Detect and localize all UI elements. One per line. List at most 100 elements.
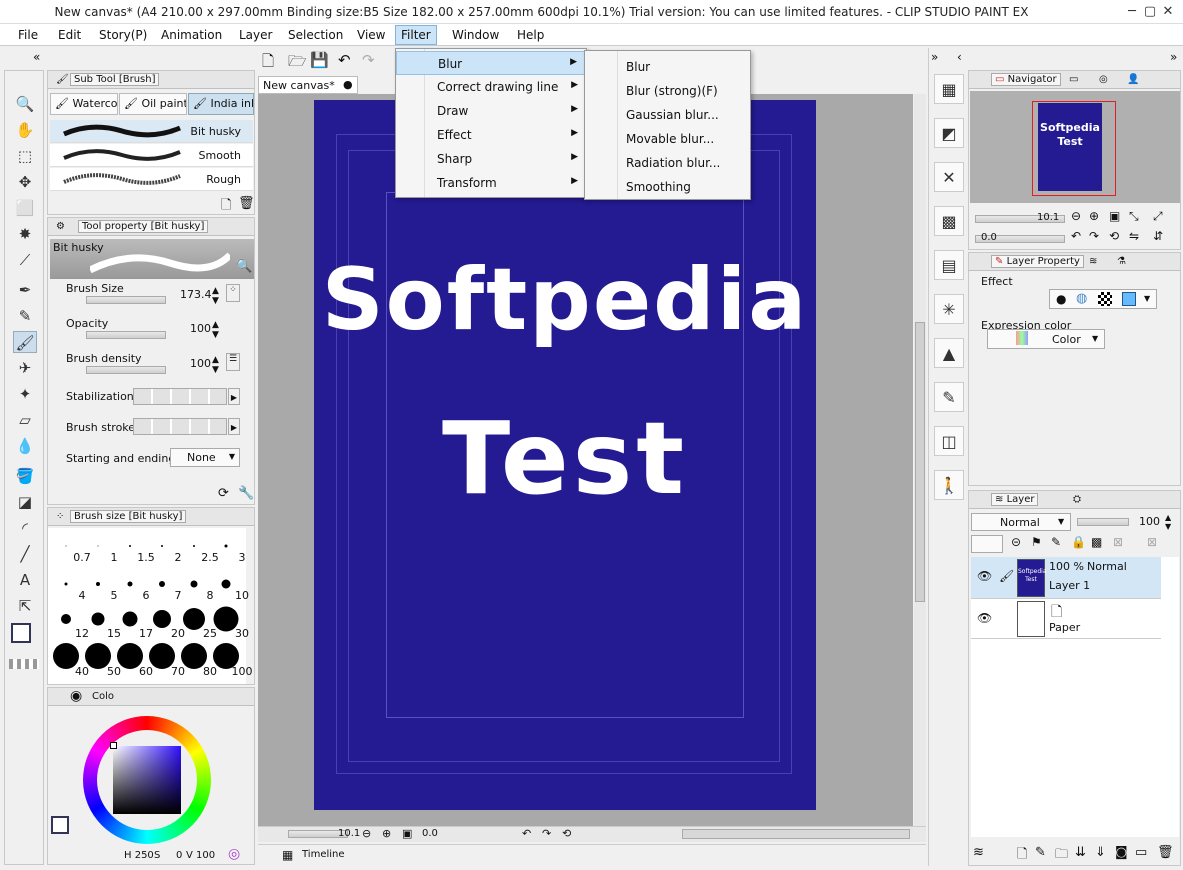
brush-density-value[interactable]: 100	[190, 357, 211, 370]
eye-icon[interactable]: 👁	[977, 611, 992, 625]
pencil-tool-icon[interactable]: ✎	[13, 305, 37, 327]
brush-size-cell[interactable]: 2	[146, 530, 182, 564]
eraser-tool-icon[interactable]: ▱	[13, 409, 37, 431]
navigator-angle-value[interactable]: 0.0	[981, 232, 997, 243]
brush-size-cell[interactable]: 50	[82, 643, 121, 678]
brush-item-bit-husky[interactable]: Bit husky	[50, 120, 253, 143]
new-folder-icon[interactable]: 🗀	[1055, 845, 1068, 867]
tone-effect-icon[interactable]: ◍	[1076, 291, 1087, 306]
brush-size-cell[interactable]: 5	[82, 568, 118, 602]
radiation-blur-item[interactable]: Radiation blur...	[585, 151, 750, 175]
brush-size-cell[interactable]: 100	[210, 643, 253, 678]
material-icon-9[interactable]: ◫	[934, 426, 964, 456]
saturation-value-square[interactable]	[113, 746, 181, 814]
text-tool-icon[interactable]: A	[13, 569, 37, 591]
select-tool-icon[interactable]: ⬜	[13, 197, 37, 219]
tab-india-ink[interactable]: 🖌 India ink	[188, 93, 254, 115]
menu-help[interactable]: Help	[512, 27, 549, 43]
brush-size-cell[interactable]: 0.7	[50, 530, 91, 564]
undo-icon[interactable]: ↶	[338, 51, 351, 69]
brush-size-cell[interactable]: 17	[114, 606, 153, 640]
brush-size-cell[interactable]: 40	[50, 643, 89, 678]
menu-view[interactable]: View	[352, 27, 390, 43]
brush-size-cell[interactable]: 25	[178, 606, 217, 640]
reference-layer-icon[interactable]: ⚑	[1031, 535, 1042, 549]
maximize-button[interactable]: ▢	[1141, 3, 1159, 21]
move-tool-icon[interactable]: ✥	[13, 171, 37, 193]
opacity-value[interactable]: 100	[190, 322, 211, 335]
filter-draw-item[interactable]: Draw ▶	[396, 99, 586, 123]
smoothing-item[interactable]: Smoothing	[585, 175, 750, 199]
subview-tab-icon[interactable]: ▭	[1069, 74, 1078, 85]
layer-misc-tab-icon[interactable]: ⚗	[1117, 256, 1126, 267]
fit-icon[interactable]: ▣	[402, 827, 412, 840]
lock-transparent-icon[interactable]: ▩	[1091, 535, 1102, 549]
layer-property-tab[interactable]: ✎ Layer Property	[991, 255, 1084, 268]
material-icon-8[interactable]: ✎	[934, 382, 964, 412]
vertical-scrollbar[interactable]	[914, 94, 926, 826]
brush-size-cell[interactable]: 60	[114, 643, 153, 678]
filter-blur-item[interactable]: Blur ▶	[396, 51, 586, 75]
fill-tool-icon[interactable]: 🪣	[13, 465, 37, 487]
canvas-zoom-value[interactable]: 10.1	[338, 828, 360, 839]
blur-item[interactable]: Blur	[585, 55, 750, 79]
stabilization-selector[interactable]	[133, 388, 227, 405]
menu-animation[interactable]: Animation	[156, 27, 227, 43]
rotate-right-icon[interactable]: ↷	[542, 827, 551, 840]
zoom-out-icon[interactable]: ⊖	[362, 827, 371, 840]
layer-opacity-value[interactable]: 100	[1139, 515, 1160, 528]
brush-item-smooth[interactable]: Smooth	[50, 144, 253, 167]
new-file-icon[interactable]: 🗋	[262, 51, 274, 76]
navigator-tab[interactable]: ▭ Navigator	[991, 73, 1061, 86]
navigator-preview[interactable]: Softpedia Test	[970, 91, 1180, 203]
material-icon-2[interactable]: ◩	[934, 118, 964, 148]
copy-subtool-icon[interactable]: 🗋	[221, 196, 231, 218]
mask-enable-icon[interactable]: ⊠	[1113, 535, 1123, 549]
starting-ending-dropdown[interactable]: None ▼	[170, 448, 240, 467]
subtool-tab[interactable]: 🖌 Sub Tool [Brush]	[48, 71, 254, 89]
opacity-spinner[interactable]: ▲ ▼	[212, 320, 219, 340]
navigator-fit-icon[interactable]: ▣	[1109, 209, 1120, 223]
brush-size-cell[interactable]: 3	[210, 530, 246, 564]
reset-rotation-icon[interactable]: ⟲	[562, 827, 571, 840]
decoration-tool-icon[interactable]: ✦	[13, 383, 37, 405]
navigator-zoom-out-icon[interactable]: ⊖	[1071, 209, 1081, 223]
navigator-zoom-value[interactable]: 10.1	[1037, 212, 1059, 223]
animation-cels-tab-icon[interactable]: ⛭	[1073, 494, 1081, 505]
pattern-effect-icon[interactable]	[1098, 292, 1112, 306]
layer-row-layer1[interactable]: 👁 🖌 Softpedia Test 100 % Normal Layer 1	[971, 557, 1161, 599]
collapse-right-icon[interactable]: ‹	[957, 50, 962, 64]
brush-size-cell[interactable]: 7	[146, 568, 182, 602]
brush-size-slider[interactable]	[86, 296, 166, 304]
menu-window[interactable]: Window	[447, 27, 504, 43]
zoom-tool-icon[interactable]: 🔍	[13, 93, 37, 115]
close-tab-icon[interactable]: ●	[343, 78, 353, 91]
brush-item-rough[interactable]: Rough	[50, 168, 253, 191]
vertical-scroll-thumb[interactable]	[915, 322, 925, 602]
brush-density-spinner[interactable]: ▲ ▼	[212, 355, 219, 375]
tab-oil-paint[interactable]: 🖌 Oil paint	[119, 93, 187, 115]
brush-size-value[interactable]: 173.4	[180, 288, 212, 301]
navigator-flip-h-icon[interactable]: ⇋	[1129, 229, 1139, 243]
material-icon-10[interactable]: 🚶	[934, 470, 964, 500]
brush-tool-icon[interactable]: 🖌	[13, 331, 37, 353]
canvas-viewport[interactable]: Softpedia Test	[258, 94, 913, 826]
color-tab[interactable]: ◉ Colo	[48, 688, 254, 706]
layer-tab[interactable]: ≋ Layer	[991, 493, 1039, 506]
material-icon-3[interactable]: ✕	[934, 162, 964, 192]
layer-search-tab-icon[interactable]: ≋	[1089, 256, 1097, 267]
rotate-left-icon[interactable]: ↶	[522, 827, 531, 840]
navigator-rotate-left-icon[interactable]: ↶	[1071, 229, 1081, 243]
brush-size-cell[interactable]: 12	[50, 606, 89, 640]
menu-filter[interactable]: Filter	[395, 25, 437, 45]
zoom-in-icon[interactable]: ⊕	[382, 827, 391, 840]
layer-opacity-slider[interactable]	[1077, 518, 1129, 526]
delete-layer-icon[interactable]: 🗑	[1157, 845, 1174, 860]
collapse-right-panel-icon[interactable]: »	[1170, 50, 1177, 64]
menu-edit[interactable]: Edit	[53, 27, 86, 43]
brush-size-spinner[interactable]: ▲ ▼	[212, 286, 219, 306]
effect-dropdown-icon[interactable]: ▼	[1144, 294, 1150, 303]
transparent-swatch[interactable]	[9, 659, 39, 669]
horizontal-scroll-thumb[interactable]	[682, 829, 910, 839]
merge-down-icon[interactable]: ⇓	[1095, 845, 1106, 860]
